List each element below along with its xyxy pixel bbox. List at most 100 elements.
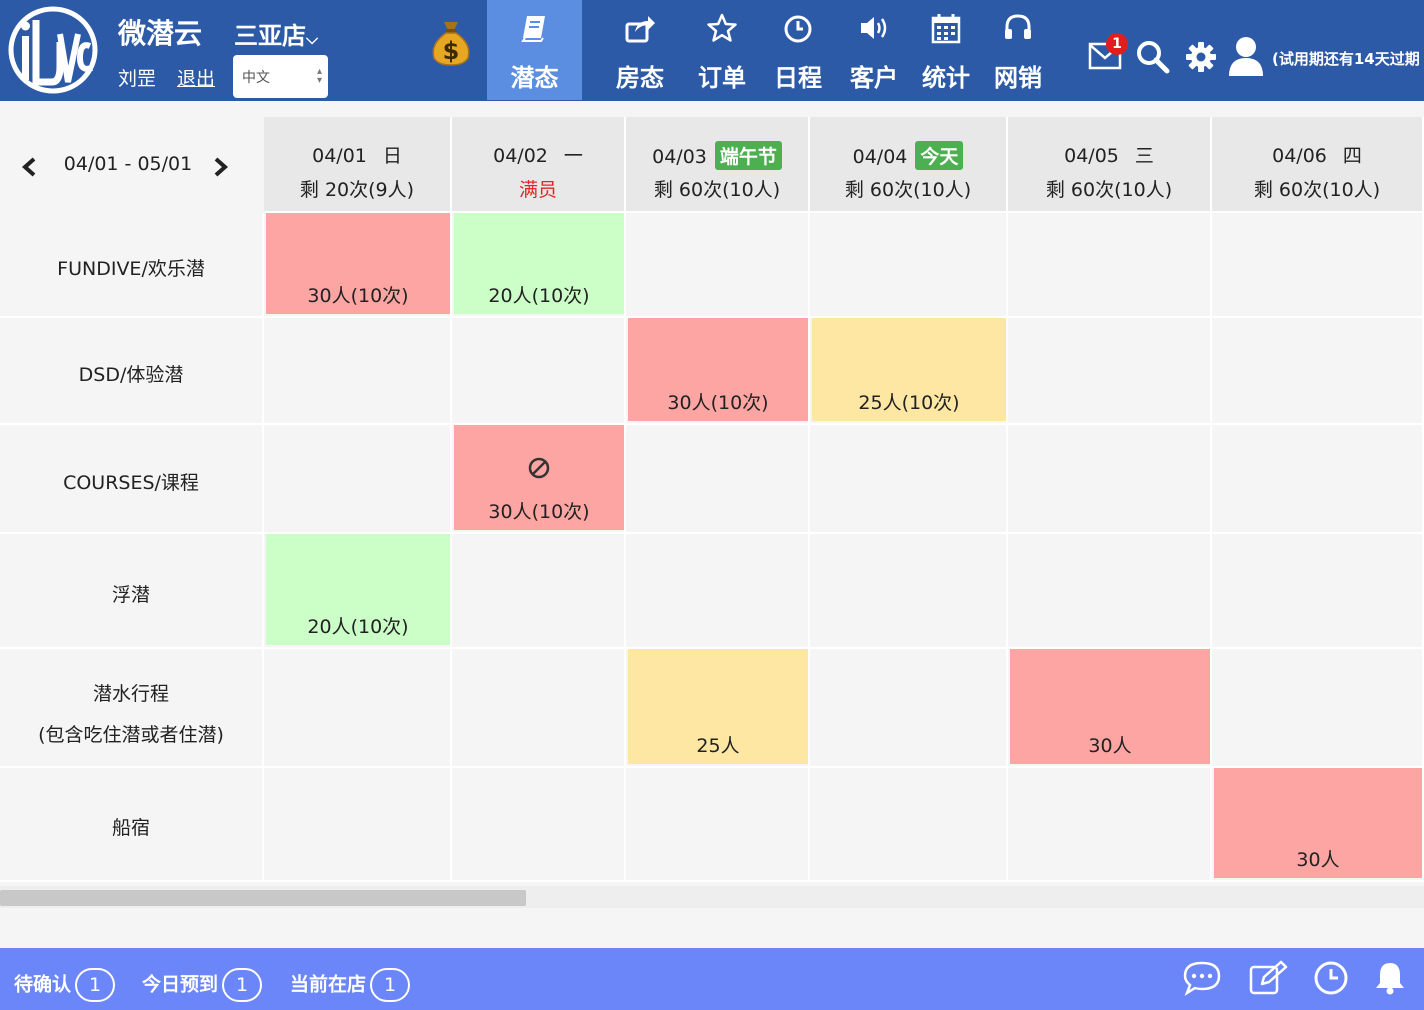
grid-cell[interactable] xyxy=(810,425,1008,534)
booking-block[interactable]: 25人(10次) xyxy=(812,318,1006,421)
header-date-line: 04/06 四 xyxy=(1212,141,1422,168)
gear-icon[interactable] xyxy=(1185,41,1217,73)
scrollbar-thumb[interactable] xyxy=(0,890,526,906)
grid-cell[interactable] xyxy=(1212,213,1424,318)
date-column-header[interactable]: 04/06 四剩 60次(10人) xyxy=(1212,117,1424,213)
grid-cell[interactable] xyxy=(1212,425,1424,534)
date-column-header[interactable]: 04/04 今天剩 60次(10人) xyxy=(810,117,1008,213)
chevron-left-icon[interactable] xyxy=(20,157,38,177)
booking-block[interactable]: 20人(10次) xyxy=(266,534,450,645)
date-column-header[interactable]: 04/01 日剩 20次(9人) xyxy=(264,117,452,213)
header-date: 04/05 xyxy=(1064,145,1119,167)
language-select[interactable]: 中文 ▴ ▾ xyxy=(233,55,328,98)
calendar-icon xyxy=(931,14,961,44)
grid-cell[interactable] xyxy=(810,768,1008,882)
logout-link[interactable]: 退出 xyxy=(177,64,215,91)
chevron-down-icon: ⌵ xyxy=(306,29,319,48)
header-date: 04/04 xyxy=(852,146,908,168)
grid-cell[interactable] xyxy=(810,534,1008,649)
grid-cell[interactable] xyxy=(264,425,452,534)
grid-cell[interactable] xyxy=(1008,213,1212,318)
instore-count: 1 xyxy=(370,968,411,1002)
today-arrivals[interactable]: 今日预到 1 xyxy=(142,968,263,1002)
booking-block[interactable]: 30人 xyxy=(1214,768,1422,878)
booking-label: 20人(10次) xyxy=(488,285,590,307)
grid-cell[interactable] xyxy=(264,768,452,882)
grid-cell[interactable] xyxy=(1212,534,1424,649)
grid-cell[interactable] xyxy=(810,213,1008,318)
grid-cell[interactable] xyxy=(264,318,452,425)
nav-statistics[interactable]: 统计 xyxy=(908,0,984,100)
nav-schedule[interactable]: 日程 xyxy=(760,0,836,100)
clock-icon[interactable] xyxy=(1312,960,1350,996)
speaker-icon xyxy=(861,17,887,39)
grid-cell[interactable] xyxy=(626,213,810,318)
grid-cell[interactable] xyxy=(452,534,626,649)
grid-cell[interactable] xyxy=(1212,318,1424,425)
chevron-right-icon[interactable] xyxy=(212,157,230,177)
header-date: 04/02 xyxy=(493,145,548,167)
date-range-label: 04/01 - 05/01 xyxy=(63,153,193,175)
booking-block[interactable]: 25人 xyxy=(628,649,808,764)
grid-cell[interactable] xyxy=(1212,649,1424,768)
grid-cell[interactable] xyxy=(452,318,626,425)
booking-block[interactable]: 30人(10次) xyxy=(454,425,624,530)
grid-cell[interactable] xyxy=(810,649,1008,768)
store-selector[interactable]: 三亚店⌵ xyxy=(234,16,318,51)
bottom-bar: 待确认 1 今日预到 1 当前在店 1 xyxy=(0,948,1424,1010)
date-column-header[interactable]: 04/03 端午节剩 60次(10人) xyxy=(626,117,810,213)
grid-cell[interactable] xyxy=(1008,534,1212,649)
booking-block[interactable]: 30人 xyxy=(1010,649,1210,764)
grid-cell[interactable] xyxy=(264,649,452,768)
row-label: COURSES/课程 xyxy=(0,425,264,534)
date-column-header[interactable]: 04/02 一满员 xyxy=(452,117,626,213)
user-avatar-icon[interactable] xyxy=(1228,36,1264,76)
booking-block[interactable]: 30人(10次) xyxy=(266,213,450,314)
header-weekday: 四 xyxy=(1342,145,1362,167)
booking-block[interactable]: 30人(10次) xyxy=(628,318,808,421)
money-bag-icon[interactable]: $ xyxy=(428,14,474,66)
grid-cell[interactable] xyxy=(626,768,810,882)
currently-in-store[interactable]: 当前在店 1 xyxy=(290,968,411,1002)
header-weekday: 一 xyxy=(563,145,583,167)
nav-label: 潜态 xyxy=(510,64,559,92)
grid-cell[interactable] xyxy=(626,425,810,534)
row-label-main: 船宿 xyxy=(111,817,150,839)
grid-cell[interactable] xyxy=(1008,768,1212,882)
grid-cell[interactable] xyxy=(626,534,810,649)
grid-cell[interactable] xyxy=(1008,425,1212,534)
nav-diving-status[interactable]: 潜态 xyxy=(487,0,582,100)
horizontal-scrollbar[interactable] xyxy=(0,886,1424,908)
arrival-label: 今日预到 xyxy=(142,973,219,996)
header-date-line: 04/03 端午节 xyxy=(626,141,808,170)
nav-customers[interactable]: 客户 xyxy=(836,0,912,100)
app-root: 微潜云 三亚店⌵ 刘罡 退出 中文 ▴ ▾ $ 潜态 房态 订单 日程 客户 统… xyxy=(0,0,1424,1010)
row-label-text: 船宿 xyxy=(0,813,262,840)
nav-rooms[interactable]: 房态 xyxy=(596,0,684,100)
nav-orders[interactable]: 订单 xyxy=(684,0,760,100)
svg-text:$: $ xyxy=(443,37,460,65)
holiday-badge: 端午节 xyxy=(714,141,782,170)
row-label-main: FUNDIVE/欢乐潜 xyxy=(57,257,205,280)
grid-cell[interactable] xyxy=(452,649,626,768)
nav-label: 网销 xyxy=(994,64,1042,92)
edit-icon[interactable] xyxy=(1248,960,1288,996)
pending-confirm[interactable]: 待确认 1 xyxy=(14,968,116,1002)
nav-online-sales[interactable]: 网销 xyxy=(980,0,1056,100)
headset-icon xyxy=(1005,14,1031,39)
brand-name: 微潜云 xyxy=(118,17,203,50)
date-column-header[interactable]: 04/05 三剩 60次(10人) xyxy=(1008,117,1212,213)
search-icon[interactable] xyxy=(1136,40,1170,74)
bell-icon[interactable] xyxy=(1372,960,1408,996)
row-label-text: COURSES/课程 xyxy=(0,468,262,495)
chat-icon[interactable] xyxy=(1182,960,1222,996)
booking-label: 25人 xyxy=(696,735,740,757)
clock-icon xyxy=(784,15,812,43)
row-label-text: DSD/体验潜 xyxy=(0,360,262,387)
header-weekday: 三 xyxy=(1134,145,1154,167)
grid-cell[interactable] xyxy=(452,768,626,882)
grid-cell[interactable] xyxy=(1008,318,1212,425)
booking-block[interactable]: 20人(10次) xyxy=(454,213,624,314)
nav-label: 房态 xyxy=(616,64,664,92)
row-label-text: 潜水行程 (包含吃住潜或者住潜) xyxy=(0,679,262,747)
